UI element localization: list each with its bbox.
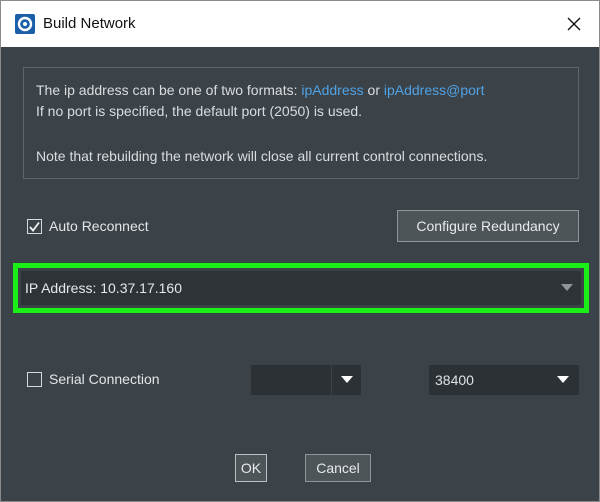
auto-reconnect-checkbox[interactable]: [27, 219, 42, 234]
app-logo-icon: [15, 14, 35, 34]
baud-rate-dropdown[interactable]: 38400: [429, 365, 579, 395]
serial-port-dropdown[interactable]: [251, 365, 361, 395]
info-format-prefix: The ip address can be one of two formats…: [36, 82, 302, 98]
info-rebuild-note: Note that rebuilding the network will cl…: [36, 148, 488, 164]
ip-address-value: IP Address: 10.37.17.160: [25, 280, 182, 296]
serial-connection-checkbox[interactable]: [27, 372, 42, 387]
ip-address-dropdown[interactable]: IP Address: 10.37.17.160: [21, 271, 581, 305]
cancel-button[interactable]: Cancel: [305, 454, 371, 482]
window-title: Build Network: [43, 15, 136, 32]
configure-redundancy-button[interactable]: Configure Redundancy: [397, 210, 579, 242]
serial-connection-label[interactable]: Serial Connection: [49, 371, 160, 387]
close-button[interactable]: [559, 9, 589, 39]
chevron-down-icon: [557, 376, 569, 383]
info-format-line: The ip address can be one of two formats…: [36, 82, 484, 98]
info-format-or: or: [363, 82, 384, 98]
serial-port-field[interactable]: [251, 365, 331, 395]
format-ipaddress-link[interactable]: ipAddress: [301, 82, 363, 98]
baud-rate-value: 38400: [435, 372, 474, 388]
auto-reconnect-label[interactable]: Auto Reconnect: [49, 218, 149, 234]
build-network-dialog: Build Network The ip address can be one …: [0, 0, 600, 502]
checkmark-icon: [29, 221, 40, 232]
format-ipaddress-port-link[interactable]: ipAddress@port: [384, 82, 485, 98]
ok-button[interactable]: OK: [235, 454, 267, 482]
chevron-down-icon: [340, 376, 353, 383]
info-default-port-line: If no port is specified, the default por…: [36, 103, 363, 119]
baud-rate-dropdown-button[interactable]: [547, 365, 579, 395]
chevron-down-icon[interactable]: [561, 284, 573, 292]
info-panel: The ip address can be one of two formats…: [23, 67, 579, 179]
baud-rate-field[interactable]: 38400: [429, 365, 547, 395]
title-bar: Build Network: [1, 1, 599, 47]
serial-port-dropdown-button[interactable]: [331, 365, 361, 395]
close-icon: [567, 17, 581, 31]
